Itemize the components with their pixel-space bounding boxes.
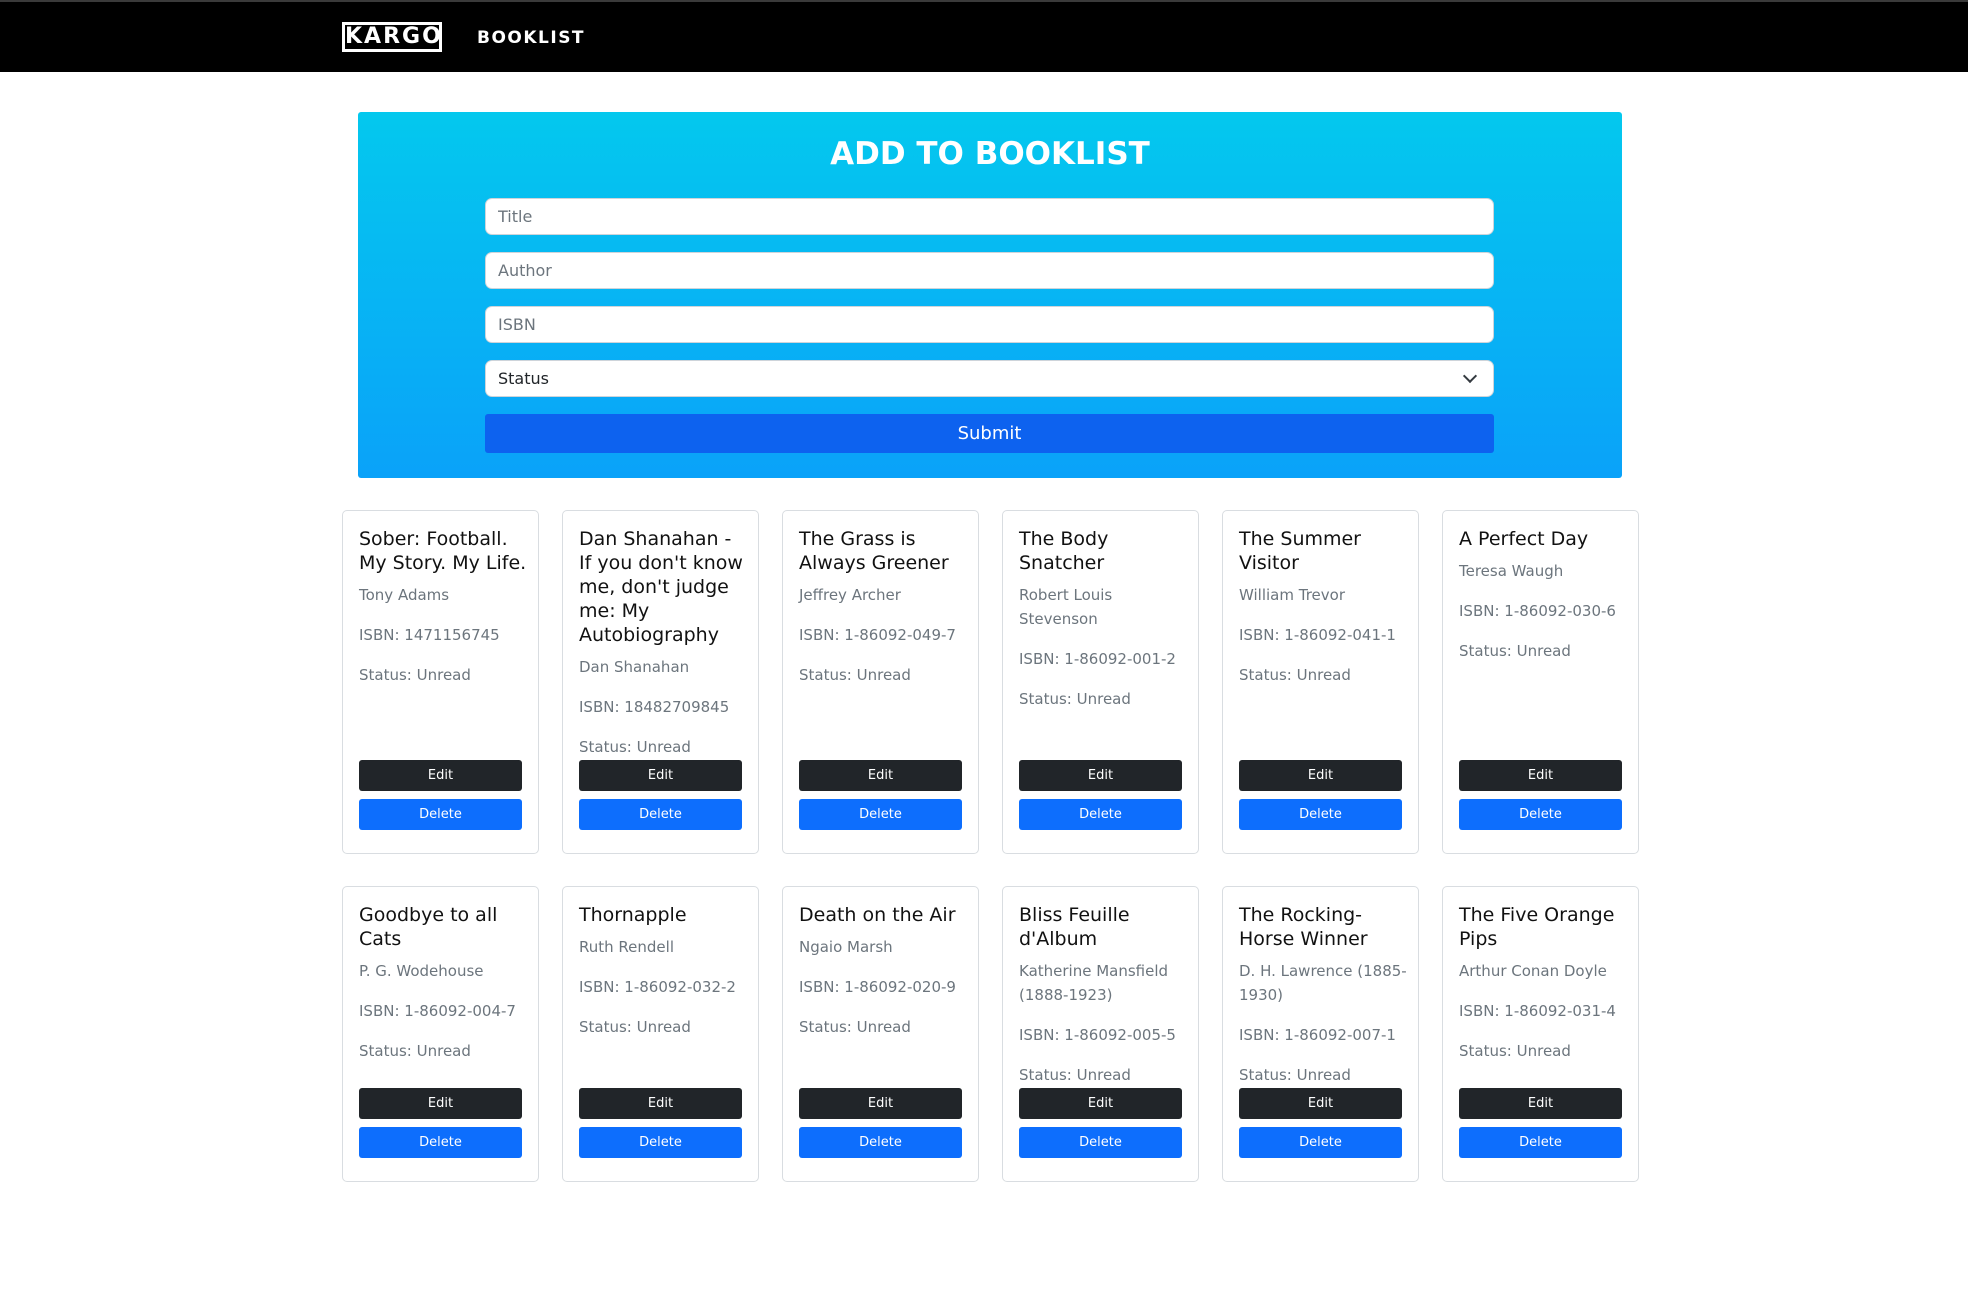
book-title: Bliss Feuille d'Album [1019, 904, 1130, 950]
book-isbn: ISBN: 1-86092-049-7 [799, 626, 956, 644]
book-card: The Summer Visitor William Trevor ISBN: … [1222, 510, 1419, 854]
book-title: Dan Shanahan - If you don't know me, don… [579, 528, 743, 646]
navbar: KARGO BOOKLIST [0, 0, 1968, 72]
book-author: Teresa Waugh [1459, 562, 1564, 580]
book-isbn: ISBN: 1-86092-041-1 [1239, 626, 1396, 644]
book-isbn: ISBN: 1-86092-032-2 [579, 978, 736, 996]
add-book-form: ADD TO BOOKLIST Status Submit [358, 112, 1622, 478]
delete-button[interactable]: Delete [579, 1127, 742, 1158]
book-isbn: ISBN: 1-86092-020-9 [799, 978, 956, 996]
edit-button[interactable]: Edit [359, 1088, 522, 1119]
edit-button[interactable]: Edit [1459, 1088, 1622, 1119]
delete-button[interactable]: Delete [359, 799, 522, 830]
edit-button[interactable]: Edit [1019, 1088, 1182, 1119]
edit-button[interactable]: Edit [1459, 760, 1622, 791]
book-status: Status: Unread [1459, 642, 1571, 660]
delete-button[interactable]: Delete [1239, 799, 1402, 830]
book-title: Thornapple [579, 904, 687, 926]
book-author: Katherine Mansfield (1888-1923) [1019, 962, 1169, 1004]
title-input[interactable] [485, 198, 1494, 235]
book-title: The Rocking-Horse Winner [1239, 904, 1368, 950]
chevron-down-icon [1462, 368, 1478, 384]
book-author: Robert Louis Stevenson [1019, 586, 1113, 628]
delete-button[interactable]: Delete [579, 799, 742, 830]
nav-title[interactable]: BOOKLIST [477, 28, 585, 48]
edit-button[interactable]: Edit [799, 1088, 962, 1119]
book-card: Dan Shanahan - If you don't know me, don… [562, 510, 759, 854]
book-author: Tony Adams [359, 586, 450, 604]
delete-button[interactable]: Delete [1459, 1127, 1622, 1158]
submit-button[interactable]: Submit [485, 414, 1494, 453]
form-heading: ADD TO BOOKLIST [830, 136, 1150, 172]
book-author: Ngaio Marsh [799, 938, 893, 956]
logo[interactable]: KARGO [342, 22, 442, 52]
book-card: The Five Orange Pips Arthur Conan Doyle … [1442, 886, 1639, 1182]
book-author: Dan Shanahan [579, 658, 690, 676]
book-isbn: ISBN: 1-86092-030-6 [1459, 602, 1616, 620]
book-status: Status: Unread [799, 1018, 911, 1036]
edit-button[interactable]: Edit [1239, 760, 1402, 791]
book-author: D. H. Lawrence (1885-1930) [1239, 962, 1407, 1004]
book-card: The Grass is Always Greener Jeffrey Arch… [782, 510, 979, 854]
edit-button[interactable]: Edit [799, 760, 962, 791]
delete-button[interactable]: Delete [359, 1127, 522, 1158]
book-author: Ruth Rendell [579, 938, 674, 956]
status-select[interactable]: Status [485, 360, 1494, 397]
book-isbn: ISBN: 1-86092-031-4 [1459, 1002, 1616, 1020]
book-title: The Body Snatcher [1019, 528, 1109, 574]
delete-button[interactable]: Delete [1019, 799, 1182, 830]
delete-button[interactable]: Delete [1459, 799, 1622, 830]
book-title: The Grass is Always Greener [799, 528, 949, 574]
edit-button[interactable]: Edit [579, 1088, 742, 1119]
book-card: Goodbye to all Cats P. G. Wodehouse ISBN… [342, 886, 539, 1182]
book-card: The Rocking-Horse Winner D. H. Lawrence … [1222, 886, 1419, 1182]
book-status: Status: Unread [579, 738, 691, 756]
book-card: Bliss Feuille d'Album Katherine Mansfiel… [1002, 886, 1199, 1182]
book-card: The Body Snatcher Robert Louis Stevenson… [1002, 510, 1199, 854]
book-title: A Perfect Day [1459, 528, 1589, 550]
book-title: Death on the Air [799, 904, 956, 926]
book-isbn: ISBN: 1-86092-005-5 [1019, 1026, 1176, 1044]
book-status: Status: Unread [1019, 1066, 1131, 1084]
book-status: Status: Unread [359, 1042, 471, 1060]
book-status: Status: Unread [359, 666, 471, 684]
edit-button[interactable]: Edit [1019, 760, 1182, 791]
delete-button[interactable]: Delete [799, 1127, 962, 1158]
book-status: Status: Unread [1459, 1042, 1571, 1060]
book-author: Arthur Conan Doyle [1459, 962, 1607, 980]
delete-button[interactable]: Delete [1239, 1127, 1402, 1158]
book-status: Status: Unread [1239, 666, 1351, 684]
book-title: The Five Orange Pips [1459, 904, 1615, 950]
book-author: William Trevor [1239, 586, 1345, 604]
edit-button[interactable]: Edit [579, 760, 742, 791]
book-status: Status: Unread [1019, 690, 1131, 708]
book-author: P. G. Wodehouse [359, 962, 484, 980]
book-title: The Summer Visitor [1239, 528, 1361, 574]
book-isbn: ISBN: 18482709845 [579, 698, 730, 716]
status-select-value: Status [498, 369, 549, 388]
book-isbn: ISBN: 1-86092-004-7 [359, 1002, 516, 1020]
delete-button[interactable]: Delete [1019, 1127, 1182, 1158]
book-status: Status: Unread [799, 666, 911, 684]
author-input[interactable] [485, 252, 1494, 289]
book-title: Goodbye to all Cats [359, 904, 498, 950]
book-isbn: ISBN: 1-86092-001-2 [1019, 650, 1176, 668]
book-card: Sober: Football. My Story. My Life. Tony… [342, 510, 539, 854]
book-isbn: ISBN: 1471156745 [359, 626, 500, 644]
isbn-input[interactable] [485, 306, 1494, 343]
book-isbn: ISBN: 1-86092-007-1 [1239, 1026, 1396, 1044]
book-status: Status: Unread [579, 1018, 691, 1036]
book-card: Death on the Air Ngaio Marsh ISBN: 1-860… [782, 886, 979, 1182]
book-author: Jeffrey Archer [799, 586, 901, 604]
book-card: A Perfect Day Teresa Waugh ISBN: 1-86092… [1442, 510, 1639, 854]
book-status: Status: Unread [1239, 1066, 1351, 1084]
delete-button[interactable]: Delete [799, 799, 962, 830]
edit-button[interactable]: Edit [1239, 1088, 1402, 1119]
book-card: Thornapple Ruth Rendell ISBN: 1-86092-03… [562, 886, 759, 1182]
book-title: Sober: Football. My Story. My Life. [359, 528, 527, 574]
edit-button[interactable]: Edit [359, 760, 522, 791]
